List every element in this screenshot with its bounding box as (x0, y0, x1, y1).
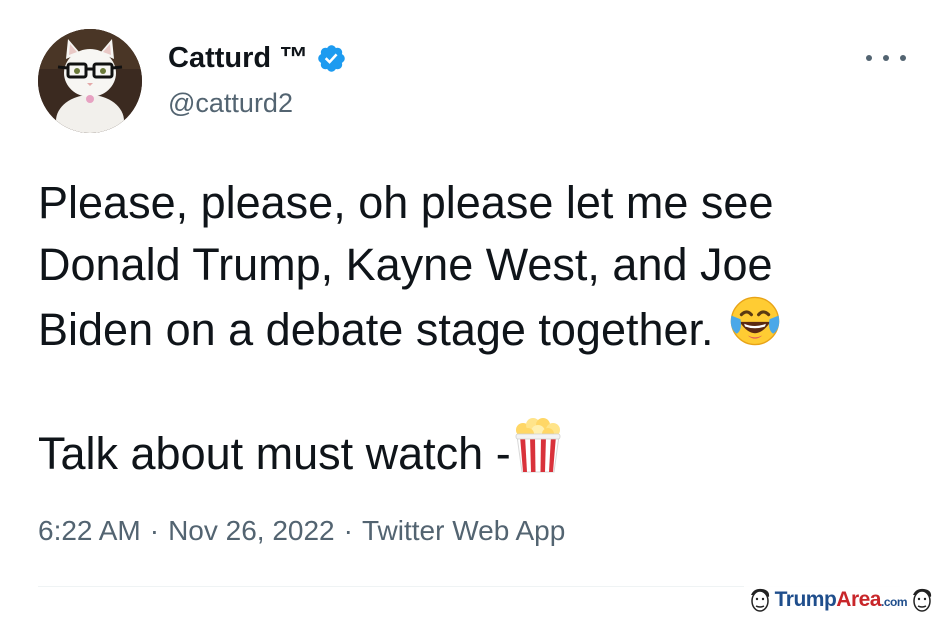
tweet-text-line-with-emoji: Biden on a debate stage together. (38, 296, 898, 358)
tweet-text-segment: Talk about must watch - (38, 427, 511, 479)
more-options-button[interactable] (866, 44, 906, 72)
avatar[interactable] (38, 29, 142, 133)
trump-face-icon (748, 587, 772, 613)
tweet-text-line: Please, please, oh please let me see (38, 177, 774, 228)
watermark-brand-part2: Area (836, 588, 881, 611)
tweet-text-line: Donald Trump, Kayne West, and Joe (38, 239, 773, 290)
meta-separator: · (149, 515, 160, 546)
tweet-text: Please, please, oh please let me see Don… (38, 172, 898, 482)
face-with-tears-of-joy-icon (726, 292, 784, 366)
tweet-card: Catturd ™ @catturd2 Please, please, oh p… (0, 0, 940, 617)
popcorn-icon (511, 416, 565, 490)
more-dot-icon (900, 55, 906, 61)
more-dot-icon (866, 55, 872, 61)
tweet-text-segment: Biden on a debate stage together. (38, 303, 714, 355)
watermark-brand-suffix: .com (880, 595, 908, 609)
watermark-brand: TrumpArea.com (774, 588, 908, 612)
more-dot-icon (883, 55, 889, 61)
tweet-text-line-with-emoji: Talk about must watch - (38, 418, 898, 482)
author-name-row: Catturd ™ (168, 40, 347, 76)
watermark-brand-part1: Trump (774, 588, 837, 611)
tweet-source[interactable]: Twitter Web App (362, 515, 565, 546)
verified-badge-icon (316, 43, 347, 74)
tweet-date[interactable]: Nov 26, 2022 (168, 515, 335, 546)
watermark-logo: TrumpArea.com (743, 585, 938, 615)
trump-face-icon (910, 587, 934, 613)
cat-with-glasses-icon (38, 29, 142, 133)
author-handle[interactable]: @catturd2 (168, 88, 293, 119)
tweet-meta: 6:22 AM · Nov 26, 2022 · Twitter Web App (38, 515, 565, 547)
author-display-name[interactable]: Catturd ™ (168, 42, 308, 75)
meta-separator: · (343, 515, 353, 546)
tweet-time[interactable]: 6:22 AM (38, 515, 141, 546)
